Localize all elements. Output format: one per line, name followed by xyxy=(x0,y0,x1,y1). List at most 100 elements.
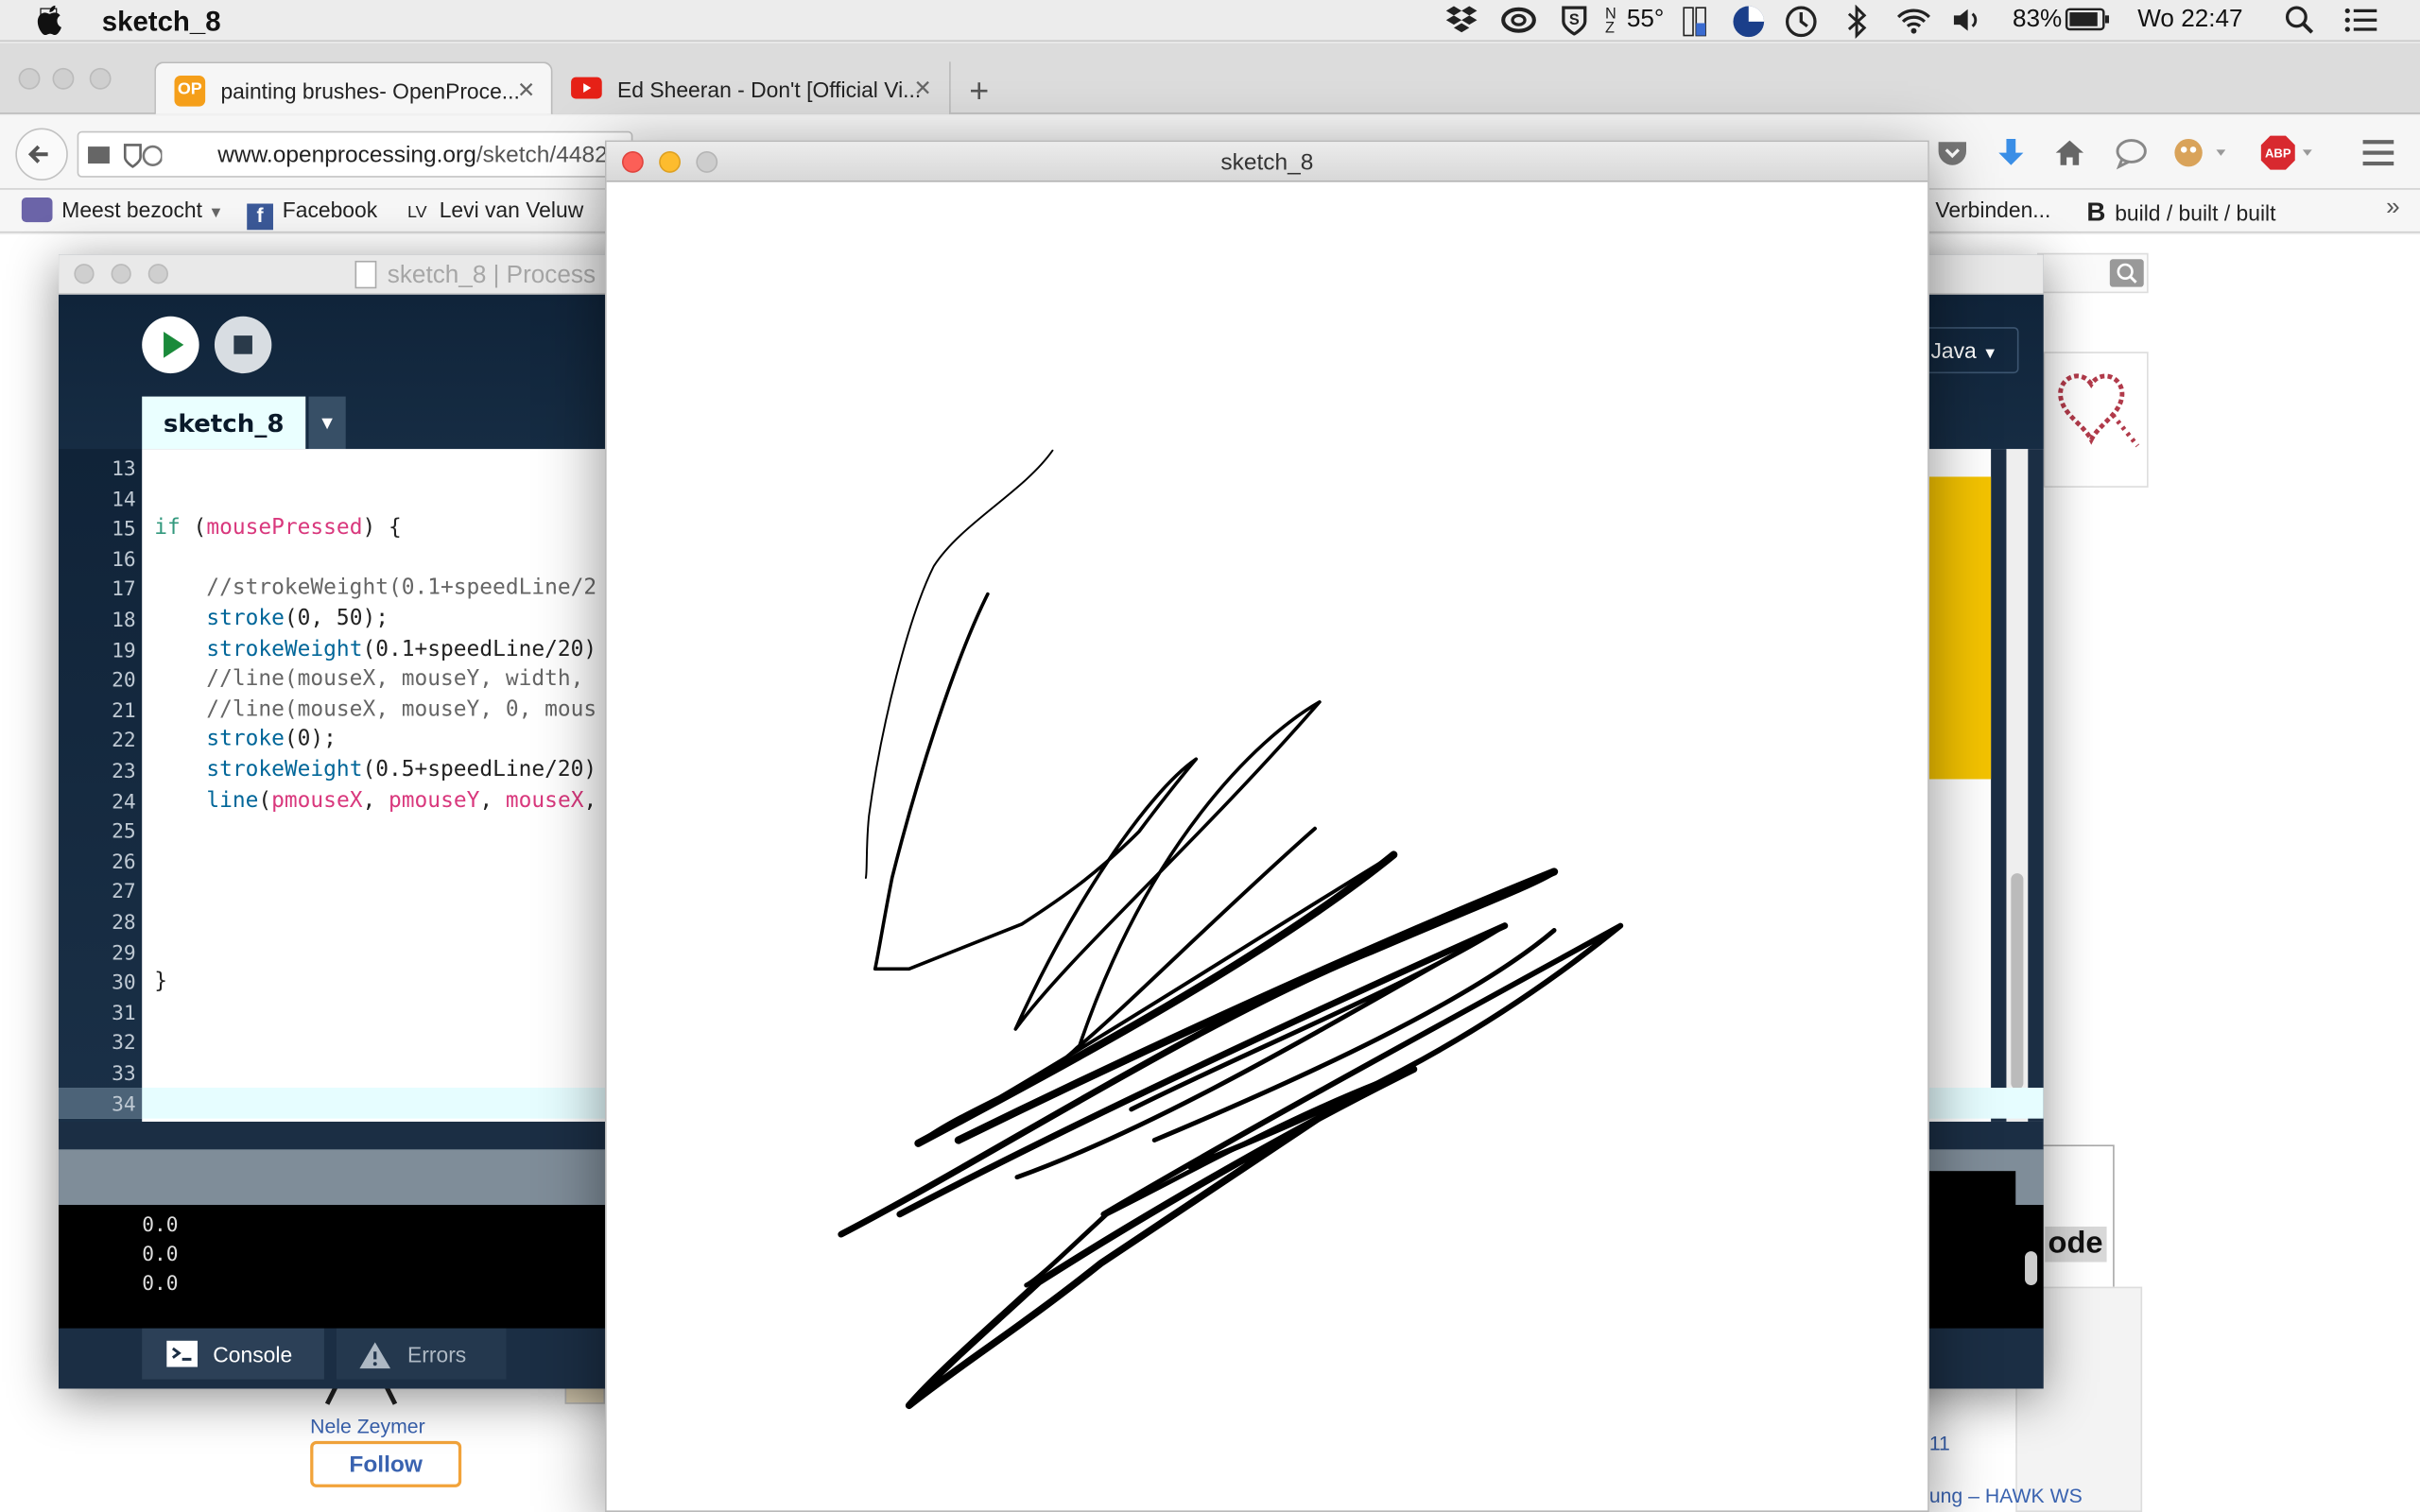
weather-icon: NZ xyxy=(1604,6,1616,38)
bookmark-build-built[interactable]: Bbuild / built / built xyxy=(2086,198,2275,229)
tab-close-icon[interactable]: ✕ xyxy=(914,76,932,102)
tab-close-icon[interactable]: ✕ xyxy=(517,77,535,104)
battery-percent[interactable]: 83% xyxy=(2013,7,2062,34)
ide-close-button[interactable] xyxy=(74,264,95,284)
bookmark-verbinden[interactable]: Verbinden... xyxy=(1935,198,2050,222)
time-machine-icon[interactable] xyxy=(1784,5,1818,46)
browser-zoom-button[interactable] xyxy=(89,67,112,90)
shield-s-icon[interactable]: S xyxy=(1559,5,1590,43)
page-link-fragment[interactable]: ung – HAWK WS xyxy=(1929,1485,2083,1507)
console-side-panel xyxy=(1928,1171,2038,1295)
code-line[interactable]: stroke(0); xyxy=(154,728,337,752)
browser-minimize-button[interactable] xyxy=(52,67,75,90)
line-number: 13 xyxy=(112,457,136,482)
code-line[interactable]: //line(mouseX, mouseY, width, xyxy=(154,667,596,692)
url-path: /sketch/44821 xyxy=(475,142,621,168)
line-number: 24 xyxy=(112,790,136,815)
bookmark-levi-van-veluw[interactable]: LV Levi van Veluw xyxy=(407,198,583,222)
sketch-window-title: sketch_8 xyxy=(1220,149,1314,177)
sketch-output-window[interactable]: sketch_8 xyxy=(604,140,1929,1512)
url-text: www.openprocessing.org/sketch/44821 xyxy=(217,142,620,168)
browser-tab-youtube[interactable]: Ed Sheeran - Don't [Official Vi... ✕ xyxy=(552,61,951,114)
battery-icon[interactable] xyxy=(2065,5,2111,43)
line-number: 30 xyxy=(112,971,136,996)
ide-minimize-button[interactable] xyxy=(111,264,131,284)
dropbox-icon[interactable] xyxy=(1444,5,1478,43)
brush-stroke xyxy=(838,868,1558,1238)
line-number: 23 xyxy=(112,760,136,784)
volume-icon[interactable] xyxy=(1951,5,1985,43)
url-bar[interactable]: www.openprocessing.org/sketch/44821 xyxy=(77,130,633,178)
ide-zoom-button[interactable] xyxy=(147,264,168,284)
temperature[interactable]: 55° xyxy=(1627,7,1665,34)
tab-sketch-8[interactable]: sketch_8 xyxy=(142,396,306,450)
page-link-fragment[interactable]: 11 xyxy=(1929,1432,1950,1454)
tab-console[interactable]: Console xyxy=(142,1328,324,1380)
bookmark-facebook[interactable]: f Facebook xyxy=(247,197,378,231)
greasemonkey-icon[interactable] xyxy=(2173,136,2226,178)
spotlight-search-icon[interactable] xyxy=(2284,5,2315,43)
tab-menu-arrow-icon[interactable]: ▼ xyxy=(308,396,346,450)
bookmark-label: Verbinden... xyxy=(1935,197,2051,223)
editor-scrollbar[interactable] xyxy=(2006,449,2029,1122)
mode-selector[interactable]: Java ▼ xyxy=(1916,327,2019,374)
browser-tab-openprocessing[interactable]: OP painting brushes- OpenProce... ✕ xyxy=(154,61,553,114)
bookmark-meest-bezocht[interactable]: Meest bezocht ▼ xyxy=(21,197,224,223)
bookmark-folder-icon xyxy=(21,197,53,223)
line-number: 15 xyxy=(112,518,136,542)
heart-artwork-thumbnail[interactable] xyxy=(2043,352,2149,488)
apple-logo-icon[interactable] xyxy=(37,5,64,44)
adblock-plus-icon[interactable]: ABP xyxy=(2259,134,2318,179)
tab-title: Ed Sheeran - Don't [Official Vi... xyxy=(617,77,922,102)
line-number: 29 xyxy=(112,941,136,966)
bookmark-label: Facebook xyxy=(282,197,378,223)
stop-button[interactable] xyxy=(214,316,272,374)
code-line[interactable]: //line(mouseX, mouseY, 0, mous xyxy=(154,697,596,722)
app-name[interactable]: sketch_8 xyxy=(102,7,221,39)
cpu-meter-icon[interactable] xyxy=(1683,5,1729,46)
follow-button[interactable]: Follow xyxy=(310,1440,462,1487)
search-icon[interactable] xyxy=(2109,259,2144,287)
line-number: 31 xyxy=(112,1002,136,1026)
code-line[interactable]: strokeWeight(0.1+speedLine/20) xyxy=(154,637,596,662)
site-identity-icon[interactable] xyxy=(85,142,164,178)
line-number: 28 xyxy=(112,911,136,936)
browser-close-button[interactable] xyxy=(18,67,41,90)
line-number: 19 xyxy=(112,639,136,663)
new-tab-button[interactable]: + xyxy=(969,71,989,111)
home-icon[interactable] xyxy=(2052,136,2086,178)
editor-right-panel xyxy=(1926,449,2044,1122)
code-line[interactable]: } xyxy=(154,970,167,994)
run-button[interactable] xyxy=(142,316,199,374)
code-line[interactable]: //strokeWeight(0.1+speedLine/2 xyxy=(154,576,596,601)
sketch-canvas[interactable] xyxy=(607,183,1928,1510)
chat-icon[interactable] xyxy=(2115,137,2149,179)
page-search-field[interactable] xyxy=(2037,252,2149,294)
code-line[interactable]: if (mousePressed) { xyxy=(154,516,402,541)
creative-cloud-icon[interactable] xyxy=(1500,5,1537,43)
wifi-icon[interactable] xyxy=(1895,5,1932,43)
code-line[interactable]: line(pmouseX, pmouseY, mouseX, xyxy=(154,788,596,813)
line-number: 34 xyxy=(112,1092,136,1117)
notification-center-icon[interactable] xyxy=(2342,5,2379,43)
back-button[interactable] xyxy=(15,128,68,181)
clock[interactable]: Wo 22:47 xyxy=(2137,7,2242,34)
tab-title: painting brushes- OpenProce... xyxy=(220,78,520,104)
pie-chart-icon[interactable] xyxy=(1732,5,1766,46)
bookmarks-overflow-icon[interactable]: » xyxy=(2386,195,2400,222)
code-line[interactable]: stroke(0, 50); xyxy=(154,607,389,631)
hamburger-menu-icon[interactable] xyxy=(2361,139,2395,175)
pocket-icon[interactable] xyxy=(1935,137,1969,176)
code-line[interactable]: strokeWeight(0.5+speedLine/20) xyxy=(154,758,596,782)
download-icon[interactable] xyxy=(1994,136,2028,178)
author-name[interactable]: Nele Zeymer xyxy=(310,1415,425,1437)
console-line: 0.0 xyxy=(142,1243,179,1267)
browser-tab-bar: OP painting brushes- OpenProce... ✕ Ed S… xyxy=(0,43,2420,114)
line-number: 25 xyxy=(112,820,136,845)
bookmark-label: build / built / built xyxy=(2115,200,2276,226)
bluetooth-icon[interactable] xyxy=(1846,4,1868,46)
console-scrollbar-thumb[interactable] xyxy=(2025,1251,2038,1285)
editor-scrollbar-thumb[interactable] xyxy=(2011,873,2024,1090)
tab-errors[interactable]: Errors xyxy=(336,1328,507,1380)
youtube-favicon-icon xyxy=(571,77,602,99)
